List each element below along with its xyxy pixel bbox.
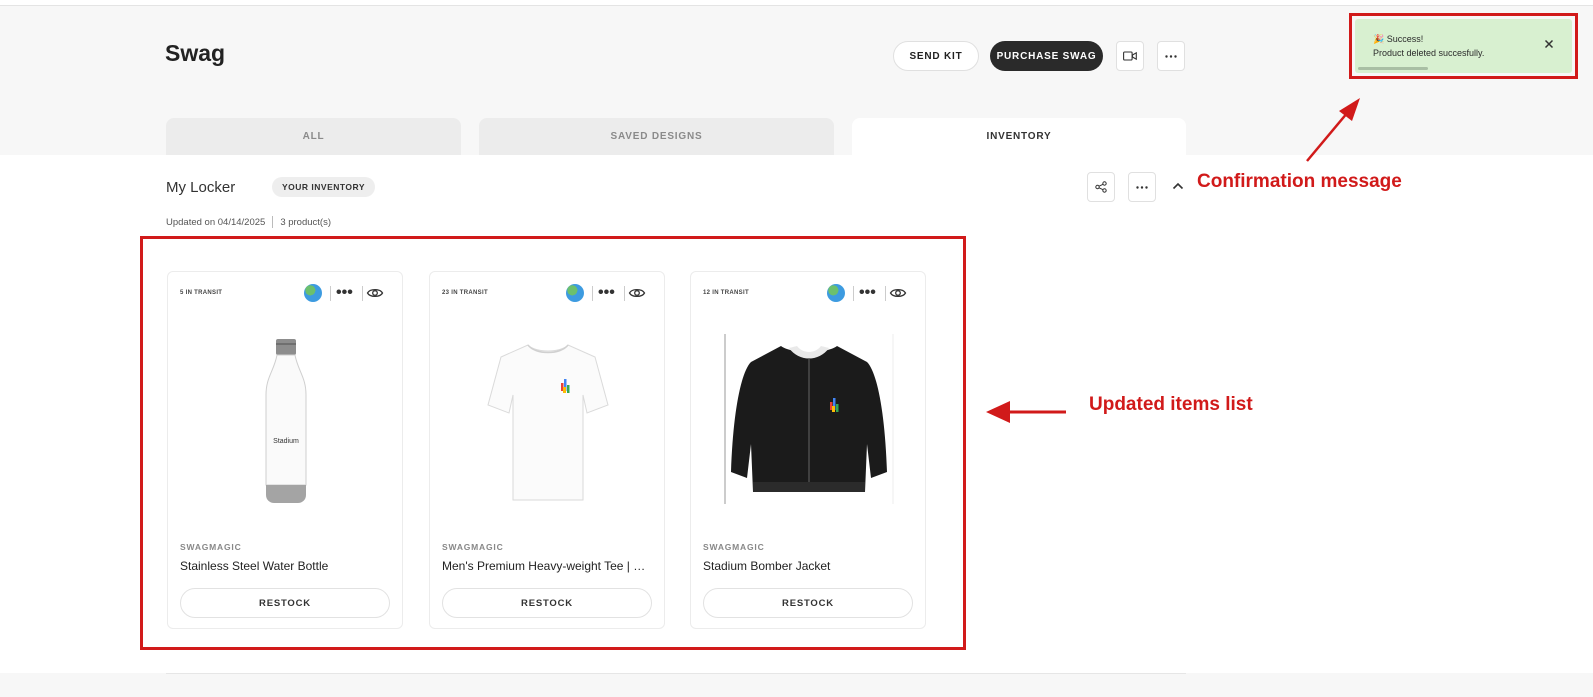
confirmation-arrow bbox=[1306, 111, 1349, 162]
items-arrowhead bbox=[986, 401, 1010, 423]
confirmation-annotation: Confirmation message bbox=[1197, 171, 1402, 192]
annotation-arrows bbox=[986, 98, 1360, 423]
updated-items-annotation: Updated items list bbox=[1089, 394, 1253, 415]
